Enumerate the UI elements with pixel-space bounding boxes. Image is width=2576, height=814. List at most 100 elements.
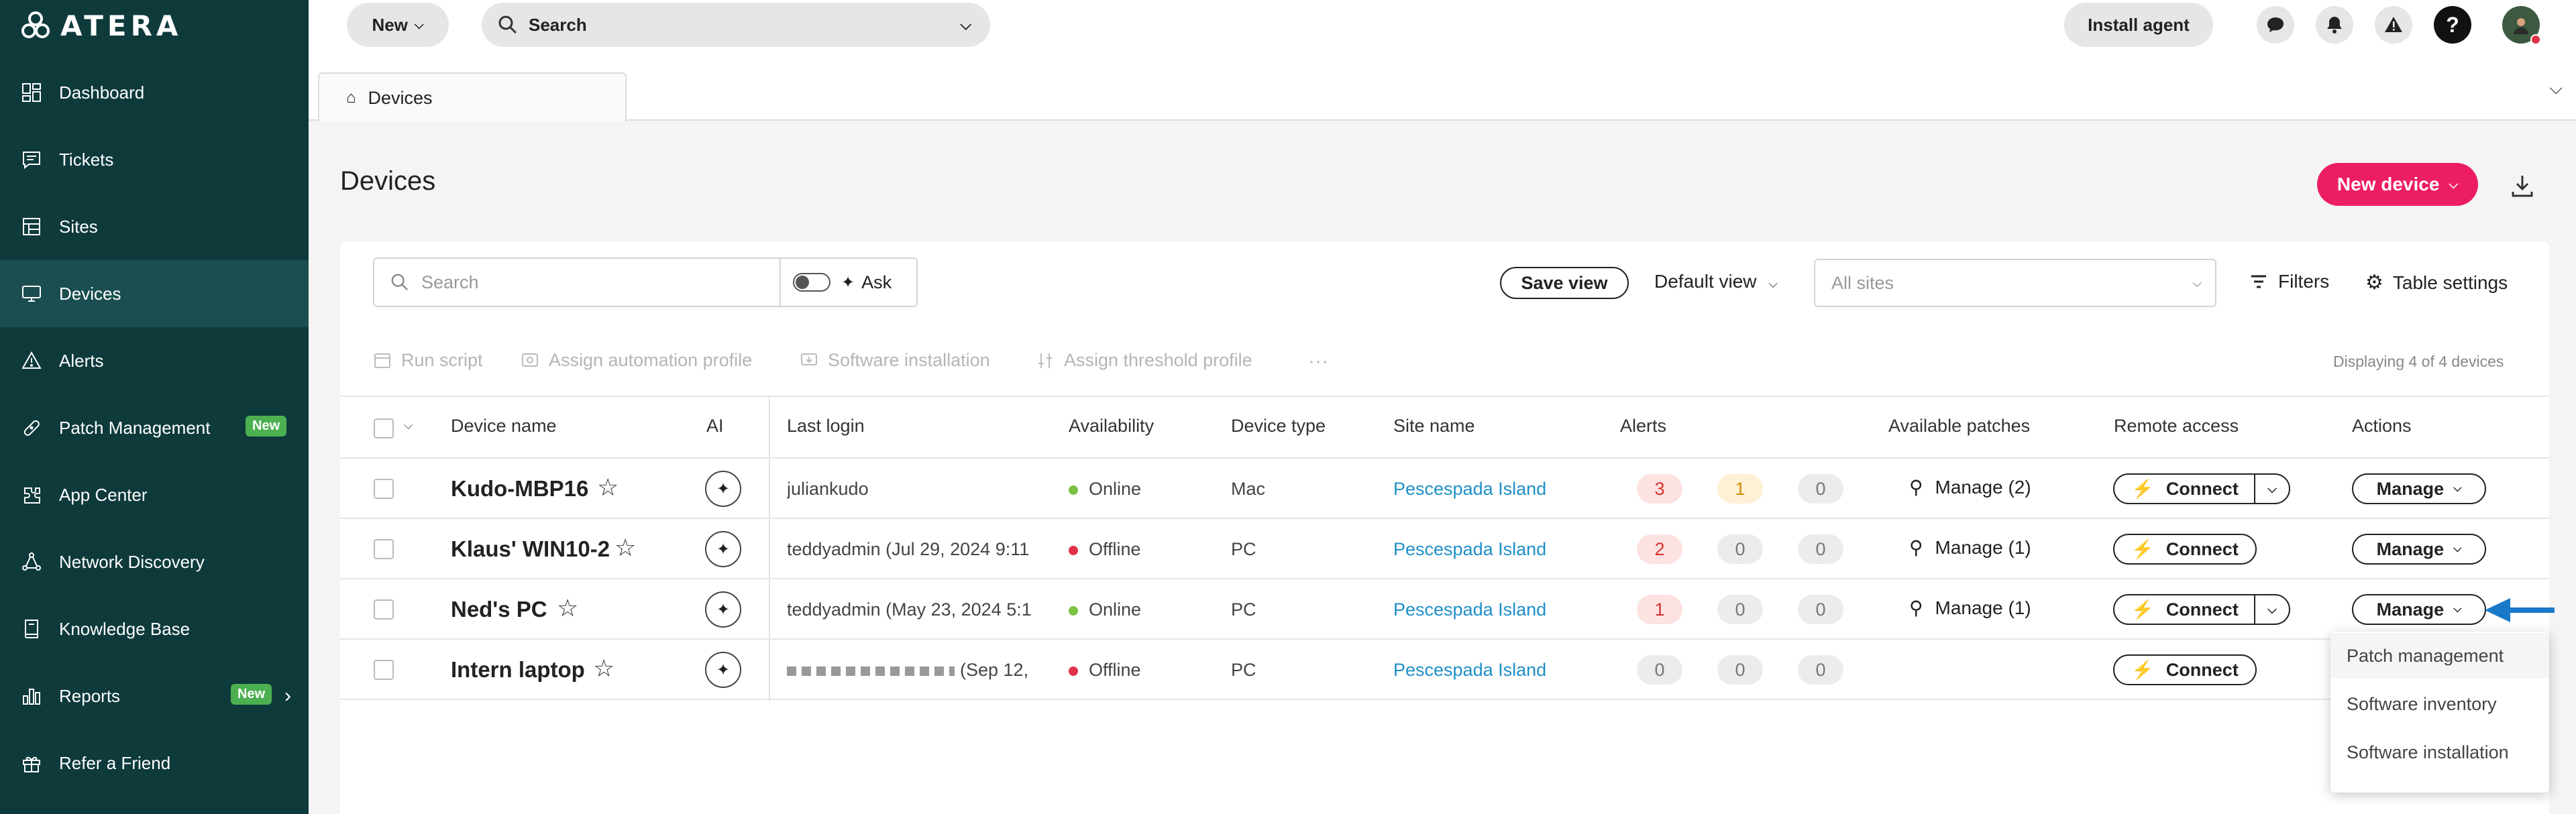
critical-alert-count[interactable]: 0	[1637, 655, 1682, 685]
new-device-button[interactable]: New device ⌵	[2317, 163, 2478, 206]
sidebar-item-knowledge-base[interactable]: Knowledge Base	[0, 595, 309, 662]
critical-alert-count[interactable]: 2	[1637, 534, 1682, 564]
connect-options-button[interactable]: ⌵	[2254, 594, 2290, 625]
view-selector[interactable]: Default view ⌵	[1654, 271, 1778, 292]
manage-button[interactable]: Manage ⌵	[2352, 594, 2486, 625]
install-agent-button[interactable]: Install agent	[2064, 3, 2213, 47]
col-available-patches[interactable]: Available patches	[1888, 416, 2030, 437]
connect-button[interactable]: ⚡ Connect	[2113, 534, 2257, 565]
select-all-checkbox[interactable]	[374, 418, 394, 439]
warning-alert-count[interactable]: 0	[1717, 534, 1763, 564]
device-name[interactable]: Ned's PC	[451, 597, 547, 622]
sidebar-item-devices[interactable]: Devices	[0, 260, 309, 327]
row-checkbox[interactable]	[374, 599, 394, 620]
chevron-down-icon: ⌵	[2453, 543, 2462, 555]
notifications-button[interactable]	[2316, 6, 2353, 44]
star-icon[interactable]: ☆	[557, 594, 578, 622]
warning-alert-count[interactable]: 0	[1717, 595, 1763, 624]
device-name[interactable]: Kudo-MBP16	[451, 476, 588, 502]
ask-ai-toggle[interactable]: ✦ Ask	[780, 257, 918, 307]
col-last-login[interactable]: Last login	[787, 416, 865, 437]
sidebar-item-alerts[interactable]: Alerts	[0, 327, 309, 394]
menu-item-software-installation[interactable]: Software installation	[2330, 730, 2549, 775]
ai-sparkle-button[interactable]: ✦	[705, 652, 741, 688]
device-name[interactable]: Klaus' WIN10-2	[451, 536, 610, 562]
table-settings-button[interactable]: ⚙ Table settings	[2365, 271, 2508, 294]
col-site-name[interactable]: Site name	[1393, 416, 1475, 437]
chevron-down-icon[interactable]: ⌵	[2549, 78, 2563, 99]
filters-button[interactable]: Filters	[2249, 271, 2329, 292]
chevron-down-icon[interactable]: ⌵	[404, 418, 413, 432]
sidebar-item-label: Alerts	[59, 350, 104, 371]
col-availability[interactable]: Availability	[1069, 416, 1154, 437]
sidebar-item-dashboard[interactable]: Dashboard	[0, 59, 309, 126]
manage-button[interactable]: Manage ⌵	[2352, 473, 2486, 504]
new-badge: New	[246, 416, 287, 437]
atera-logo[interactable]: ATERA	[20, 9, 182, 42]
manage-button[interactable]: Manage ⌵	[2352, 534, 2486, 565]
warning-alert-count[interactable]: 1	[1717, 474, 1763, 504]
avatar[interactable]	[2502, 6, 2541, 45]
redacted-text	[787, 666, 955, 676]
alerts-button[interactable]	[2375, 6, 2412, 44]
site-link[interactable]: Pescespada Island	[1393, 660, 1546, 681]
tab-devices[interactable]: ⌂ Devices	[318, 72, 627, 122]
site-link[interactable]: Pescespada Island	[1393, 539, 1546, 560]
sidebar-item-network-discovery[interactable]: Network Discovery	[0, 528, 309, 595]
toggle-switch[interactable]	[793, 273, 830, 292]
info-alert-count[interactable]: 0	[1798, 474, 1843, 504]
connect-options-button[interactable]: ⌵	[2254, 473, 2290, 504]
ai-sparkle-button[interactable]: ✦	[705, 531, 741, 567]
chat-button[interactable]	[2257, 6, 2294, 44]
sidebar-item-app-center[interactable]: App Center	[0, 461, 309, 528]
menu-item-software-inventory[interactable]: Software inventory	[2330, 681, 2549, 727]
manage-patches-link[interactable]: ⚲ Manage (1)	[1909, 536, 2031, 559]
connect-button[interactable]: ⚡ Connect	[2113, 654, 2257, 685]
assign-threshold-action[interactable]: Assign threshold profile	[1036, 350, 1252, 371]
software-installation-action[interactable]: Software installation	[800, 350, 990, 371]
sidebar-item-sites[interactable]: Sites	[0, 193, 309, 260]
info-alert-count[interactable]: 0	[1798, 655, 1843, 685]
col-device-name[interactable]: Device name	[451, 416, 557, 437]
row-checkbox[interactable]	[374, 660, 394, 680]
info-alert-count[interactable]: 0	[1798, 595, 1843, 624]
assign-automation-action[interactable]: Assign automation profile	[521, 350, 752, 371]
manage-patches-link[interactable]: ⚲ Manage (2)	[1909, 476, 2031, 498]
sites-select[interactable]: All sites ⌵	[1814, 259, 2216, 307]
more-actions-button[interactable]: ···	[1308, 350, 1328, 373]
ai-sparkle-button[interactable]: ✦	[705, 591, 741, 628]
star-icon[interactable]: ☆	[597, 473, 619, 502]
run-script-action[interactable]: Run script	[373, 350, 483, 371]
site-link[interactable]: Pescespada Island	[1393, 479, 1546, 500]
row-checkbox[interactable]	[374, 539, 394, 559]
new-menu-button[interactable]: New ⌵	[347, 3, 449, 47]
sidebar-item-refer-a-friend[interactable]: Refer a Friend	[0, 730, 309, 797]
table-search-input[interactable]: Search	[373, 257, 781, 307]
global-search[interactable]: Search ⌵	[482, 3, 990, 47]
chevron-down-icon: ⌵	[2449, 177, 2459, 191]
critical-alert-count[interactable]: 3	[1637, 474, 1682, 504]
critical-alert-count[interactable]: 1	[1637, 595, 1682, 624]
col-alerts[interactable]: Alerts	[1620, 416, 1666, 437]
row-checkbox[interactable]	[374, 479, 394, 499]
connect-button[interactable]: ⚡ Connect	[2113, 594, 2257, 625]
sidebar-item-reports[interactable]: Reports New ›	[0, 662, 309, 730]
device-name[interactable]: Intern laptop	[451, 657, 585, 683]
sidebar-item-patch-management[interactable]: Patch Management New	[0, 394, 309, 461]
col-device-type[interactable]: Device type	[1231, 416, 1326, 437]
save-view-button[interactable]: Save view	[1500, 267, 1629, 299]
info-alert-count[interactable]: 0	[1798, 534, 1843, 564]
menu-item-patch-management[interactable]: Patch management	[2330, 633, 2549, 679]
ai-sparkle-button[interactable]: ✦	[705, 471, 741, 507]
warning-alert-count[interactable]: 0	[1717, 655, 1763, 685]
download-icon[interactable]	[2509, 172, 2536, 198]
sidebar-item-tickets[interactable]: Tickets	[0, 126, 309, 193]
patch-icon	[20, 416, 43, 439]
connect-button[interactable]: ⚡ Connect	[2113, 473, 2257, 504]
manage-patches-link[interactable]: ⚲ Manage (1)	[1909, 597, 2031, 619]
help-button[interactable]: ?	[2434, 6, 2471, 44]
star-icon[interactable]: ☆	[593, 654, 614, 683]
star-icon[interactable]: ☆	[614, 534, 636, 562]
site-link[interactable]: Pescespada Island	[1393, 599, 1546, 620]
patches-label: Manage (2)	[1935, 476, 2031, 498]
